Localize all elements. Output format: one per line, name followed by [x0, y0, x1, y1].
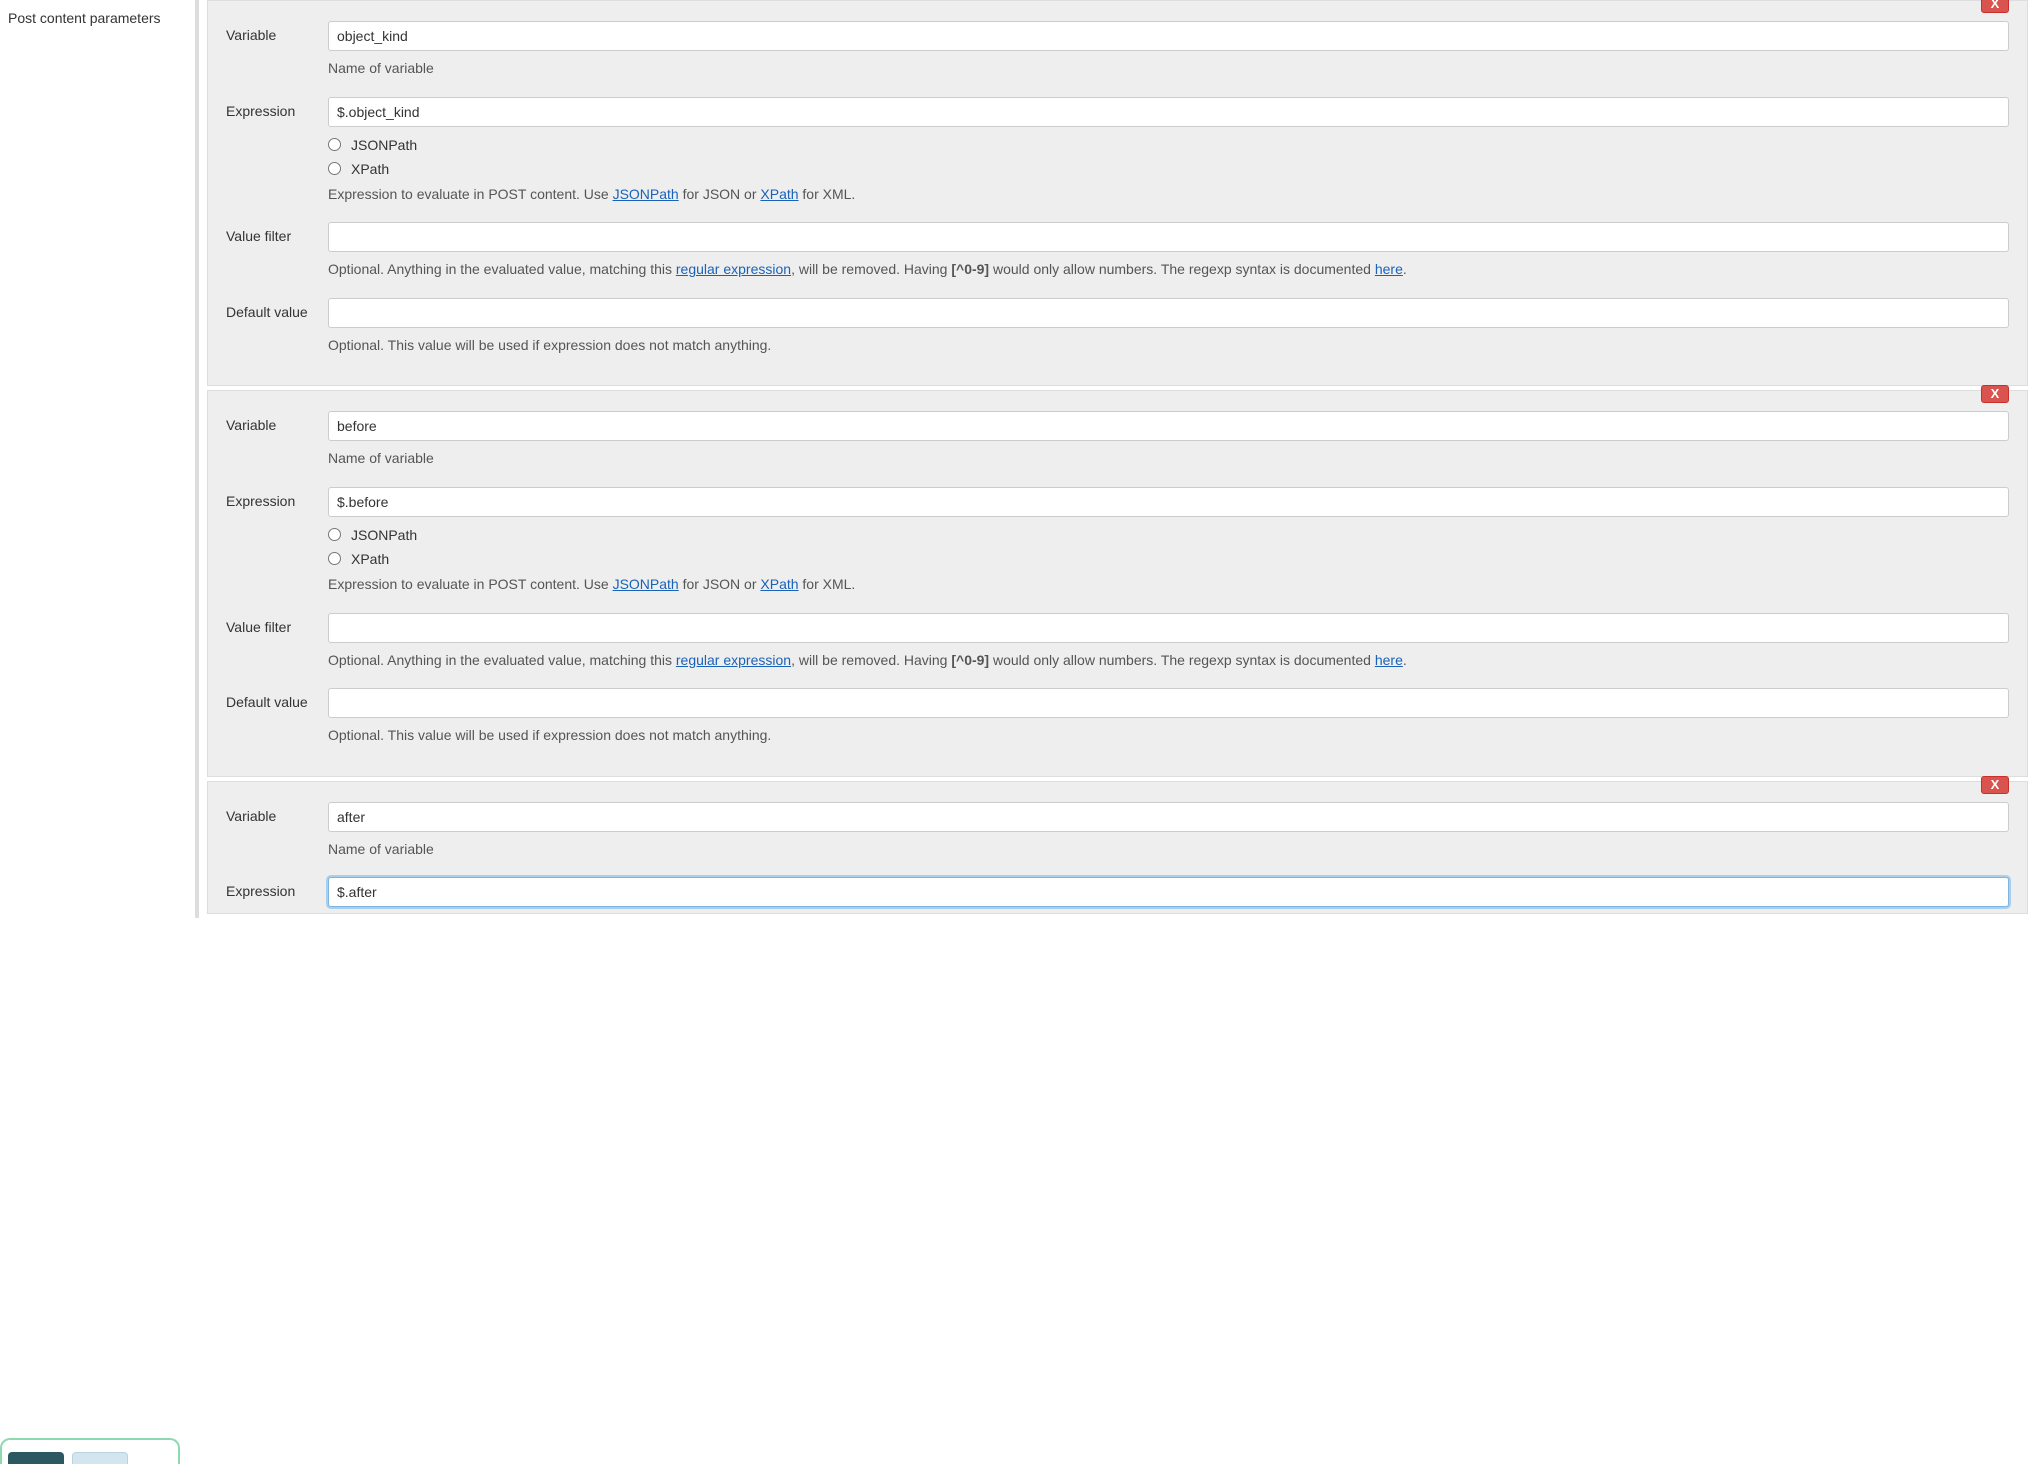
default-value-input[interactable] — [328, 298, 2009, 328]
parameters-panel: X Variable Name of variable Expression J… — [195, 0, 2036, 918]
jsonpath-radio[interactable] — [328, 138, 341, 151]
expression-label: Expression — [226, 877, 328, 907]
xpath-link[interactable]: XPath — [760, 186, 798, 202]
value-filter-input[interactable] — [328, 613, 2009, 643]
variable-label: Variable — [226, 411, 328, 469]
expression-input[interactable] — [328, 97, 2009, 127]
xpath-link[interactable]: XPath — [760, 576, 798, 592]
variable-label: Variable — [226, 21, 328, 79]
jsonpath-radio[interactable] — [328, 528, 341, 541]
expression-label: Expression — [226, 97, 328, 205]
xpath-radio-label: XPath — [351, 551, 389, 567]
xpath-radio[interactable] — [328, 162, 341, 175]
value-filter-input[interactable] — [328, 222, 2009, 252]
variable-input[interactable] — [328, 21, 2009, 51]
close-button[interactable]: X — [1981, 385, 2009, 403]
variable-help: Name of variable — [328, 840, 2009, 860]
xpath-radio[interactable] — [328, 552, 341, 565]
jsonpath-radio-label: JSONPath — [351, 137, 417, 153]
expression-label: Expression — [226, 487, 328, 595]
regex-example: [^0-9] — [951, 261, 989, 277]
default-value-label: Default value — [226, 688, 328, 746]
value-filter-label: Value filter — [226, 613, 328, 671]
value-filter-help: Optional. Anything in the evaluated valu… — [328, 260, 2009, 280]
bottom-widget[interactable] — [0, 1438, 180, 1464]
expression-help: Expression to evaluate in POST content. … — [328, 185, 2009, 205]
variable-input[interactable] — [328, 802, 2009, 832]
expression-input[interactable] — [328, 877, 2009, 907]
regex-link[interactable]: regular expression — [676, 652, 791, 668]
close-button[interactable]: X — [1981, 0, 2009, 13]
here-link[interactable]: here — [1375, 261, 1403, 277]
close-button[interactable]: X — [1981, 776, 2009, 794]
variable-help: Name of variable — [328, 449, 2009, 469]
regex-example: [^0-9] — [951, 652, 989, 668]
jsonpath-link[interactable]: JSONPath — [613, 576, 679, 592]
default-value-help: Optional. This value will be used if exp… — [328, 726, 2009, 746]
jsonpath-radio-label: JSONPath — [351, 527, 417, 543]
parameter-block: X Variable Name of variable Expression — [207, 781, 2028, 915]
expression-input[interactable] — [328, 487, 2009, 517]
default-value-input[interactable] — [328, 688, 2009, 718]
variable-label: Variable — [226, 802, 328, 860]
default-value-help: Optional. This value will be used if exp… — [328, 336, 2009, 356]
parameter-block: X Variable Name of variable Expression J… — [207, 0, 2028, 386]
variable-help: Name of variable — [328, 59, 2009, 79]
jsonpath-link[interactable]: JSONPath — [613, 186, 679, 202]
value-filter-help: Optional. Anything in the evaluated valu… — [328, 651, 2009, 671]
here-link[interactable]: here — [1375, 652, 1403, 668]
expression-help: Expression to evaluate in POST content. … — [328, 575, 2009, 595]
section-title: Post content parameters — [8, 10, 187, 26]
section-label-panel: Post content parameters — [0, 0, 195, 918]
regex-link[interactable]: regular expression — [676, 261, 791, 277]
default-value-label: Default value — [226, 298, 328, 356]
bottom-tab-light[interactable] — [72, 1452, 128, 1464]
bottom-tab-dark[interactable] — [8, 1452, 64, 1464]
value-filter-label: Value filter — [226, 222, 328, 280]
parameter-block: X Variable Name of variable Expression J… — [207, 390, 2028, 776]
xpath-radio-label: XPath — [351, 161, 389, 177]
variable-input[interactable] — [328, 411, 2009, 441]
